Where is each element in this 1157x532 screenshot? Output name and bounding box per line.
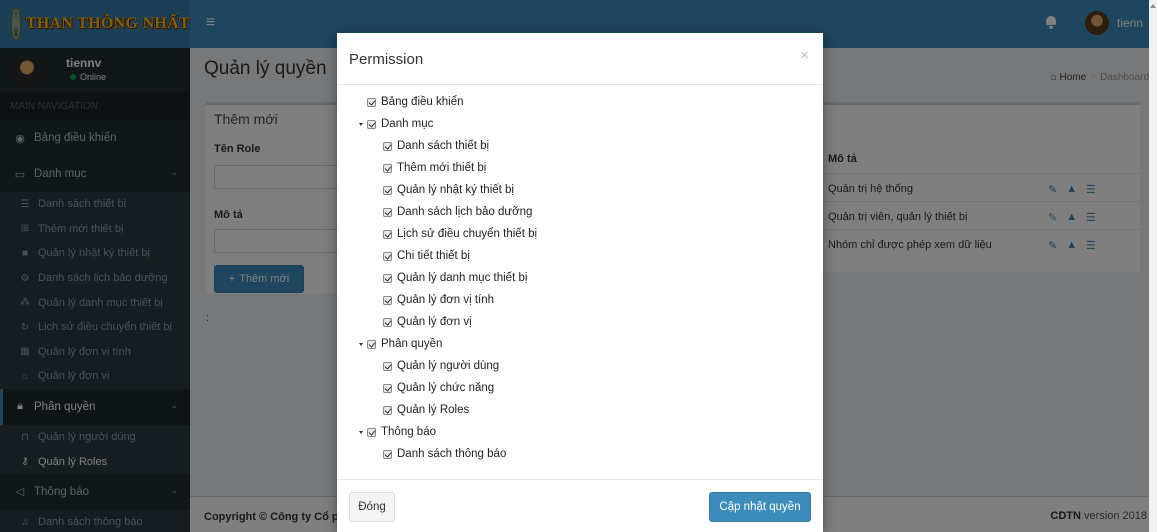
tree-node[interactable]: Thêm mới thiết bị xyxy=(383,162,486,174)
tree-expanded-icon[interactable] xyxy=(359,122,363,126)
modal-header: Permission × xyxy=(337,33,823,85)
tree-node-label: Thêm mới thiết bị xyxy=(397,162,487,174)
tree-node[interactable]: Quản lý nhật ký thiết bị xyxy=(383,184,514,196)
tree-node[interactable]: Quản lý đơn vị xyxy=(383,316,472,328)
checkbox-checked-icon[interactable] xyxy=(383,163,392,173)
checkbox-checked-icon[interactable] xyxy=(367,97,376,107)
checkbox-checked-icon[interactable] xyxy=(383,207,392,217)
tree-node[interactable]: Bảng điều khiển xyxy=(367,96,463,108)
tree-node-label: Quản lý đơn vị tính xyxy=(397,294,495,306)
update-permission-button[interactable]: Cập nhật quyền xyxy=(709,492,811,522)
checkbox-checked-icon[interactable] xyxy=(383,383,392,393)
permission-modal: Permission × Bảng điều khiển Danh mục Da… xyxy=(337,33,823,532)
checkbox-checked-icon[interactable] xyxy=(383,317,392,327)
tree-node-label: Chi tiết thiết bị xyxy=(397,250,470,262)
tree-node-label: Quản lý Roles xyxy=(397,404,470,416)
tree-node-label: Quản lý chức năng xyxy=(397,382,495,394)
close-icon[interactable]: × xyxy=(800,47,809,64)
tree-node-label: Danh sách lịch bảo dưỡng xyxy=(397,206,533,218)
tree-node-label: Lịch sử điều chuyển thiết bị xyxy=(397,228,538,240)
tree-node[interactable]: Quản lý danh mục thiết bị xyxy=(383,272,527,284)
checkbox-checked-icon[interactable] xyxy=(367,339,376,349)
checkbox-checked-icon[interactable] xyxy=(383,295,392,305)
checkbox-checked-icon[interactable] xyxy=(383,229,392,239)
tree-node[interactable]: Thông báo xyxy=(359,426,436,438)
tree-node[interactable]: Chi tiết thiết bị xyxy=(383,250,470,262)
tree-node-label: Bảng điều khiển xyxy=(381,96,464,108)
checkbox-checked-icon[interactable] xyxy=(383,405,392,415)
checkbox-checked-icon[interactable] xyxy=(383,185,392,195)
checkbox-checked-icon[interactable] xyxy=(383,141,392,151)
tree-node[interactable]: Danh mục xyxy=(359,118,433,130)
checkbox-checked-icon[interactable] xyxy=(383,251,392,261)
checkbox-checked-icon[interactable] xyxy=(383,361,392,371)
checkbox-checked-icon[interactable] xyxy=(383,273,392,283)
tree-node[interactable]: Quản lý người dùng xyxy=(383,360,499,372)
tree-node[interactable]: Lịch sử điều chuyển thiết bị xyxy=(383,228,537,240)
tree-node[interactable]: Quản lý chức năng xyxy=(383,382,494,394)
tree-node[interactable]: Danh sách thiết bị xyxy=(383,140,489,152)
tree-node-label: Quản lý đơn vị xyxy=(397,316,472,328)
tree-node[interactable]: Quản lý đơn vị tính xyxy=(383,294,494,306)
tree-node-label: Quản lý người dùng xyxy=(397,360,500,372)
tree-node[interactable]: Danh sách lịch bảo dưỡng xyxy=(383,206,532,218)
page-scrollbar[interactable] xyxy=(1149,0,1157,532)
tree-node-label: Danh sách thông báo xyxy=(397,448,507,460)
tree-node[interactable]: Quản lý Roles xyxy=(383,404,469,416)
tree-node-label: Quản lý danh mục thiết bị xyxy=(397,272,528,284)
tree-expanded-icon[interactable] xyxy=(359,342,363,346)
tree-node-label: Danh sách thiết bị xyxy=(397,140,490,152)
checkbox-checked-icon[interactable] xyxy=(367,427,376,437)
tree-node[interactable]: Phân quyền xyxy=(359,338,442,350)
tree-node-label: Danh mục xyxy=(381,118,434,130)
checkbox-checked-icon[interactable] xyxy=(367,119,376,129)
modal-footer: Đóng Cập nhật quyền xyxy=(337,479,823,532)
tree-node-label: Phân quyền xyxy=(381,338,443,350)
tree-expanded-icon[interactable] xyxy=(359,430,363,434)
tree-node[interactable]: Danh sách thông báo xyxy=(383,448,506,460)
checkbox-checked-icon[interactable] xyxy=(383,449,392,459)
tree-node-label: Thông báo xyxy=(381,426,436,438)
modal-title: Permission xyxy=(349,51,424,68)
tree-node-label: Quản lý nhật ký thiết bị xyxy=(397,184,514,196)
close-button[interactable]: Đóng xyxy=(349,492,395,522)
